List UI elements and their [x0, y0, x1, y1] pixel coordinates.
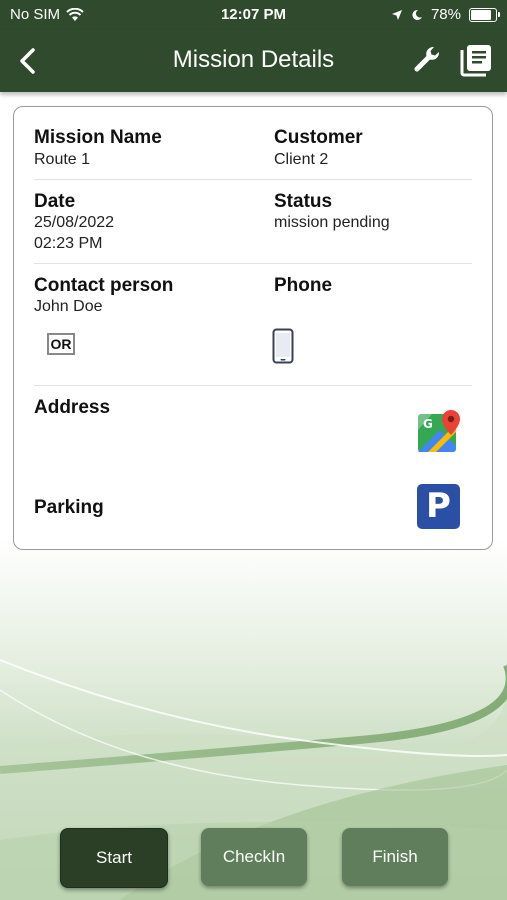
document-list-icon[interactable]	[458, 43, 494, 77]
finish-button[interactable]: Finish	[342, 828, 448, 886]
contact-person-value: John Doe	[34, 298, 103, 315]
status-label: Status	[274, 191, 333, 212]
customer-label: Customer	[274, 127, 363, 148]
status-right: 78%	[391, 6, 500, 23]
divider	[34, 179, 472, 180]
phone-label: Phone	[274, 275, 333, 296]
mission-details-card: Mission Name Route 1 Customer Client 2 D…	[13, 106, 493, 550]
contact-person-label: Contact person	[34, 275, 174, 296]
moon-icon	[412, 9, 422, 20]
battery-percent: 78%	[430, 6, 461, 23]
time-value: 02:23 PM	[34, 235, 103, 252]
mission-name-value: Route 1	[34, 151, 91, 168]
battery-icon	[469, 7, 500, 22]
nav-bar: Mission Details	[0, 30, 507, 92]
date-label: Date	[34, 191, 76, 212]
status-bar: No SIM 12:07 PM 78%	[0, 0, 507, 30]
or-badge[interactable]: OR	[47, 333, 75, 355]
parking-icon[interactable]: P	[417, 484, 460, 529]
wrench-icon[interactable]	[412, 44, 444, 76]
location-arrow-icon	[391, 9, 402, 20]
google-maps-icon[interactable]: G	[416, 408, 464, 456]
divider	[34, 385, 472, 386]
mission-name-label: Mission Name	[34, 127, 162, 148]
mobile-phone-icon[interactable]	[272, 328, 294, 364]
customer-value: Client 2	[274, 151, 329, 168]
address-label: Address	[34, 397, 111, 418]
divider	[34, 263, 472, 264]
date-value: 25/08/2022	[34, 214, 115, 231]
status-value: mission pending	[274, 214, 390, 231]
parking-label: Parking	[34, 497, 104, 518]
start-button[interactable]: Start	[60, 828, 168, 888]
svg-text:G: G	[423, 417, 433, 431]
checkin-button[interactable]: CheckIn	[201, 828, 307, 886]
